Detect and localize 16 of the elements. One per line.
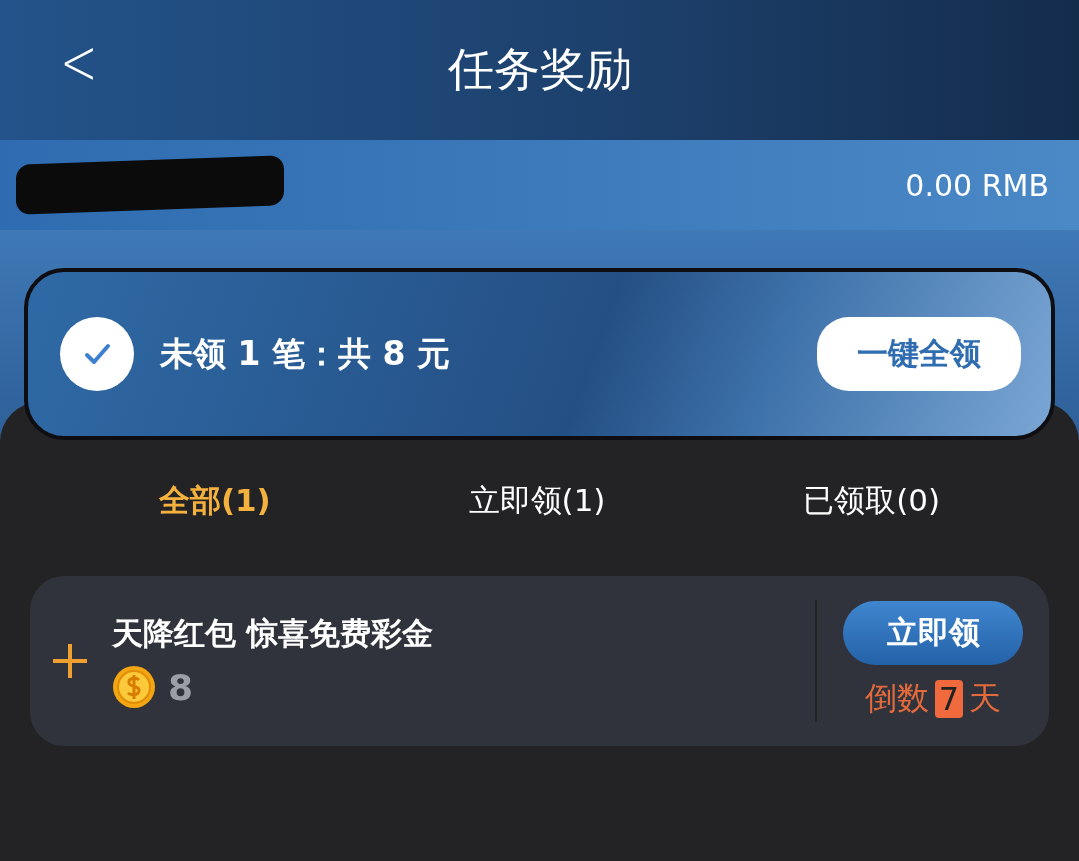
plus-icon bbox=[50, 641, 90, 681]
claim-button[interactable]: 立即领 bbox=[843, 601, 1023, 665]
days-badge: 7 bbox=[934, 680, 964, 718]
filter-tab[interactable]: 立即领(1) bbox=[468, 480, 606, 522]
back-button[interactable]: < bbox=[60, 30, 98, 94]
coin-amount: 8 bbox=[168, 666, 194, 708]
claim-all-button[interactable]: 一键全领 bbox=[817, 317, 1021, 391]
reward-title: 天降红包 惊喜免费彩金 bbox=[112, 614, 434, 653]
countdown-label: 倒数 bbox=[864, 678, 929, 719]
countdown-unit: 天 bbox=[969, 678, 1002, 719]
filter-tab[interactable]: 全部(1) bbox=[158, 480, 271, 522]
balance-amount: 0.00 RMB bbox=[905, 167, 1049, 203]
page-title: 任务奖励 bbox=[447, 41, 632, 98]
filter-tab[interactable]: 已领取(0) bbox=[803, 480, 941, 522]
coin-icon bbox=[112, 665, 156, 709]
summary-text: 未领 1 笔：共 8 元 bbox=[160, 332, 451, 375]
